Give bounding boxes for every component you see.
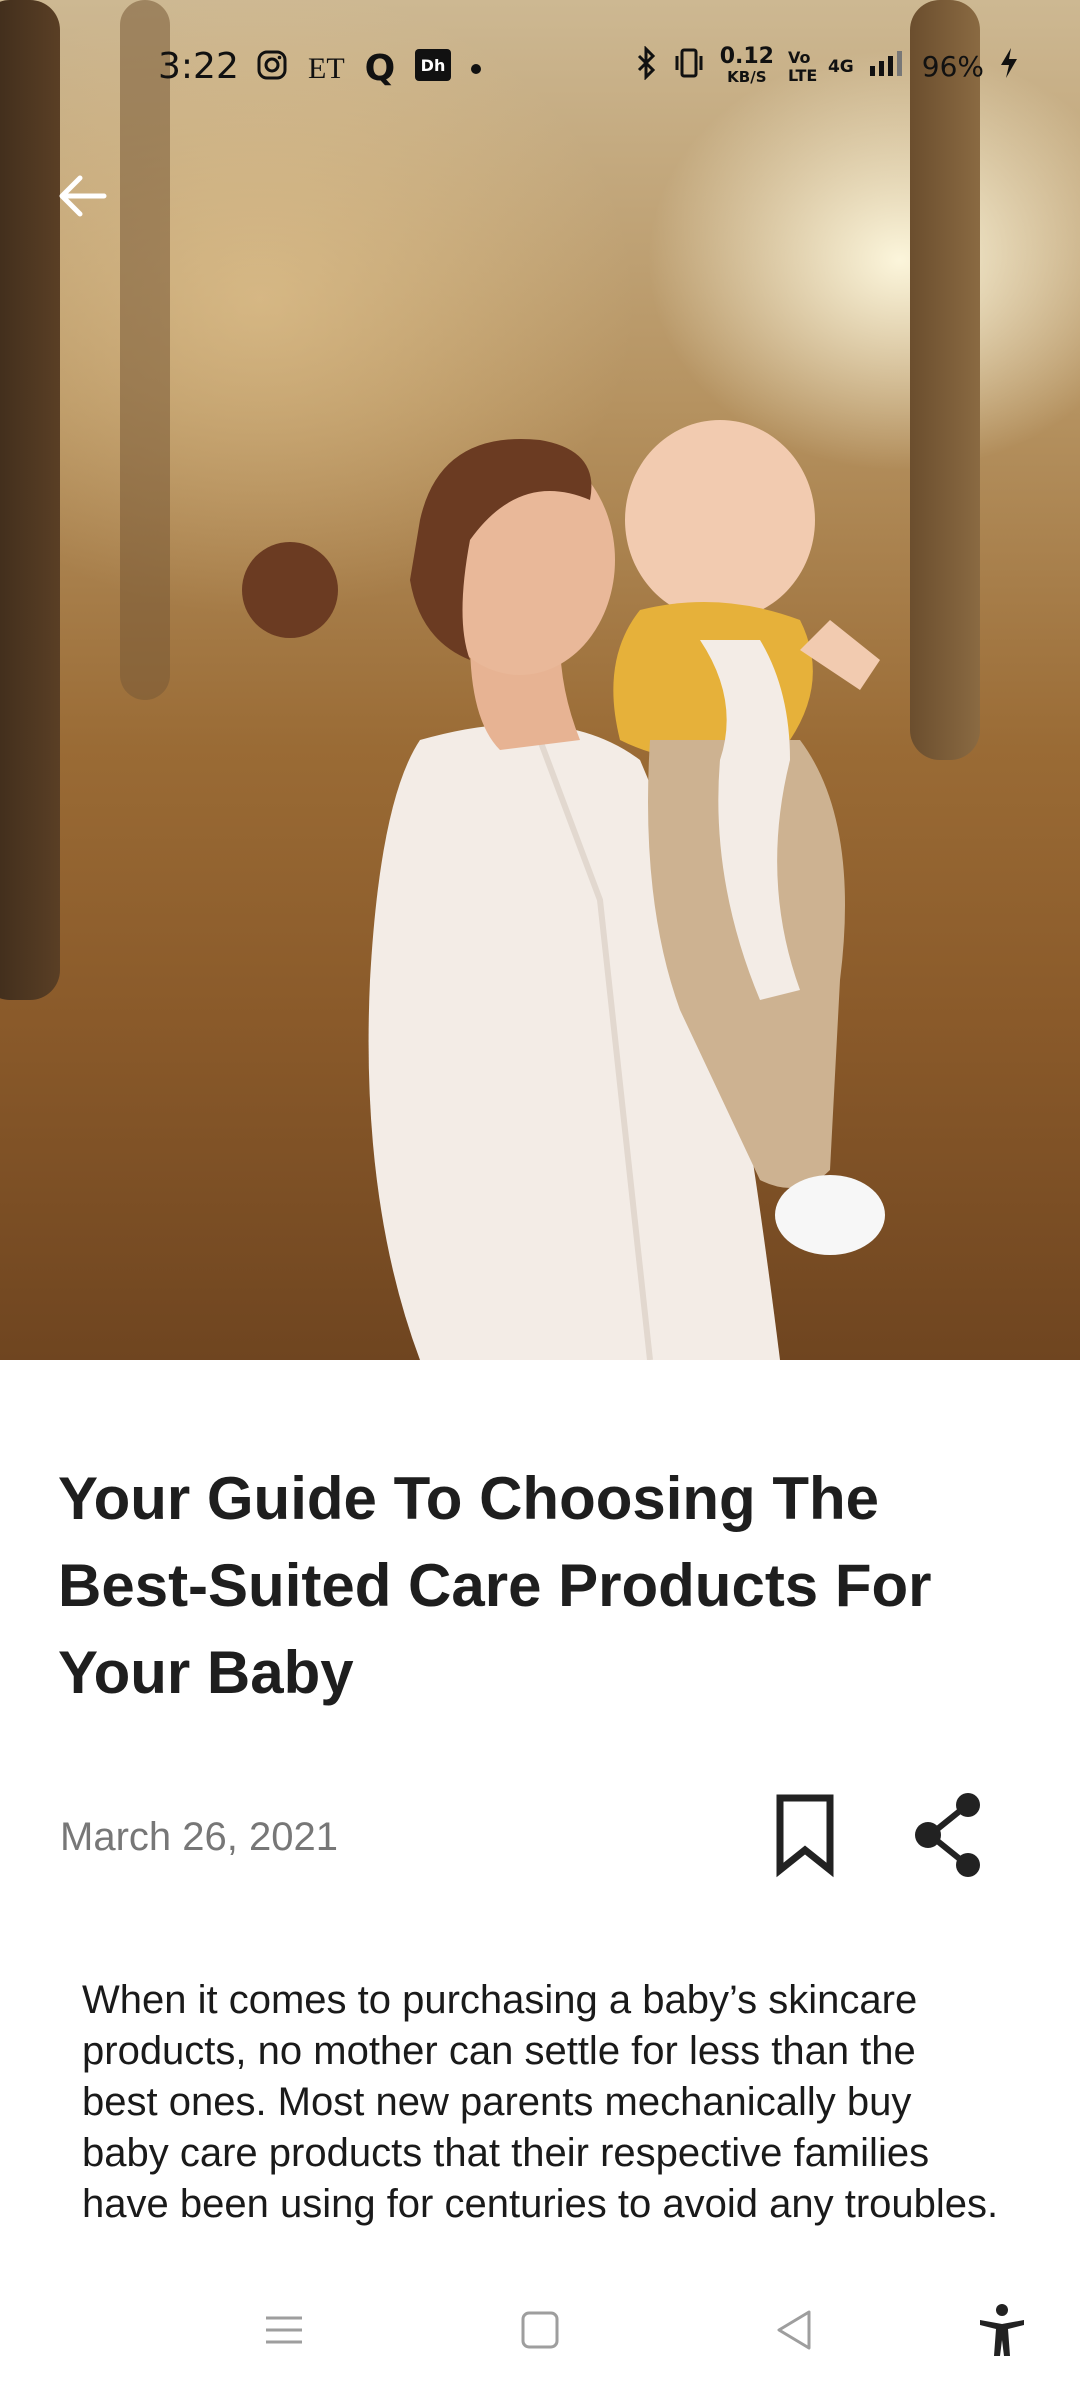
dh-icon: Dh bbox=[415, 48, 452, 89]
volte-indicator: Vo LTE bbox=[787, 47, 818, 85]
article-meta-row: March 26, 2021 bbox=[0, 1790, 1080, 1890]
menu-icon bbox=[266, 2316, 302, 2344]
back-triangle-icon bbox=[777, 2310, 811, 2350]
network-speed: 0.12 KB/S bbox=[719, 43, 774, 86]
bookmark-icon bbox=[776, 1794, 834, 1878]
article-hero-image: 3:22 ET Q Dh 0.12 KB/S Vo LTE 4G 96% bbox=[0, 0, 1080, 1360]
article-date: March 26, 2021 bbox=[60, 1815, 338, 1859]
status-bar: 3:22 ET Q Dh 0.12 KB/S Vo LTE 4G 96% bbox=[0, 0, 1080, 140]
share-button[interactable] bbox=[910, 1790, 990, 1880]
article-title: Your Guide To Choosing The Best-Suited C… bbox=[58, 1465, 932, 1706]
article-body: When it comes to purchasing a baby’s ski… bbox=[82, 1978, 999, 2226]
nav-menu-button[interactable] bbox=[254, 2300, 314, 2360]
network-type: 4G bbox=[827, 56, 854, 77]
notification-icons: ET Q Dh bbox=[256, 48, 482, 89]
status-time: 3:22 bbox=[158, 46, 239, 87]
mother-and-baby-illustration bbox=[242, 420, 885, 1360]
arrow-left-icon bbox=[59, 175, 107, 217]
bookmark-button[interactable] bbox=[770, 1790, 840, 1880]
back-button[interactable] bbox=[52, 166, 132, 246]
article-content: Your Guide To Choosing The Best-Suited C… bbox=[0, 1360, 1080, 2260]
nav-back-button[interactable] bbox=[765, 2300, 825, 2360]
accessibility-icon bbox=[980, 2304, 1024, 2356]
accessibility-button[interactable] bbox=[972, 2300, 1032, 2360]
q-app-icon: Q bbox=[364, 48, 396, 89]
battery-percent: 96% bbox=[921, 50, 984, 83]
et-app-icon: ET bbox=[308, 51, 345, 85]
system-navigation-bar bbox=[0, 2260, 1080, 2400]
vibrate-icon bbox=[672, 46, 706, 87]
svg-text:Dh: Dh bbox=[421, 56, 446, 75]
more-notifications-dot-icon bbox=[471, 63, 482, 74]
nav-home-button[interactable] bbox=[510, 2300, 570, 2360]
instagram-icon bbox=[256, 49, 288, 89]
bluetooth-icon bbox=[636, 45, 658, 87]
home-square-icon bbox=[521, 2311, 559, 2349]
share-icon bbox=[915, 1793, 980, 1877]
signal-icon bbox=[868, 48, 908, 85]
system-indicators: 0.12 KB/S Vo LTE 4G 96% bbox=[636, 43, 1020, 87]
charging-icon bbox=[998, 46, 1020, 87]
